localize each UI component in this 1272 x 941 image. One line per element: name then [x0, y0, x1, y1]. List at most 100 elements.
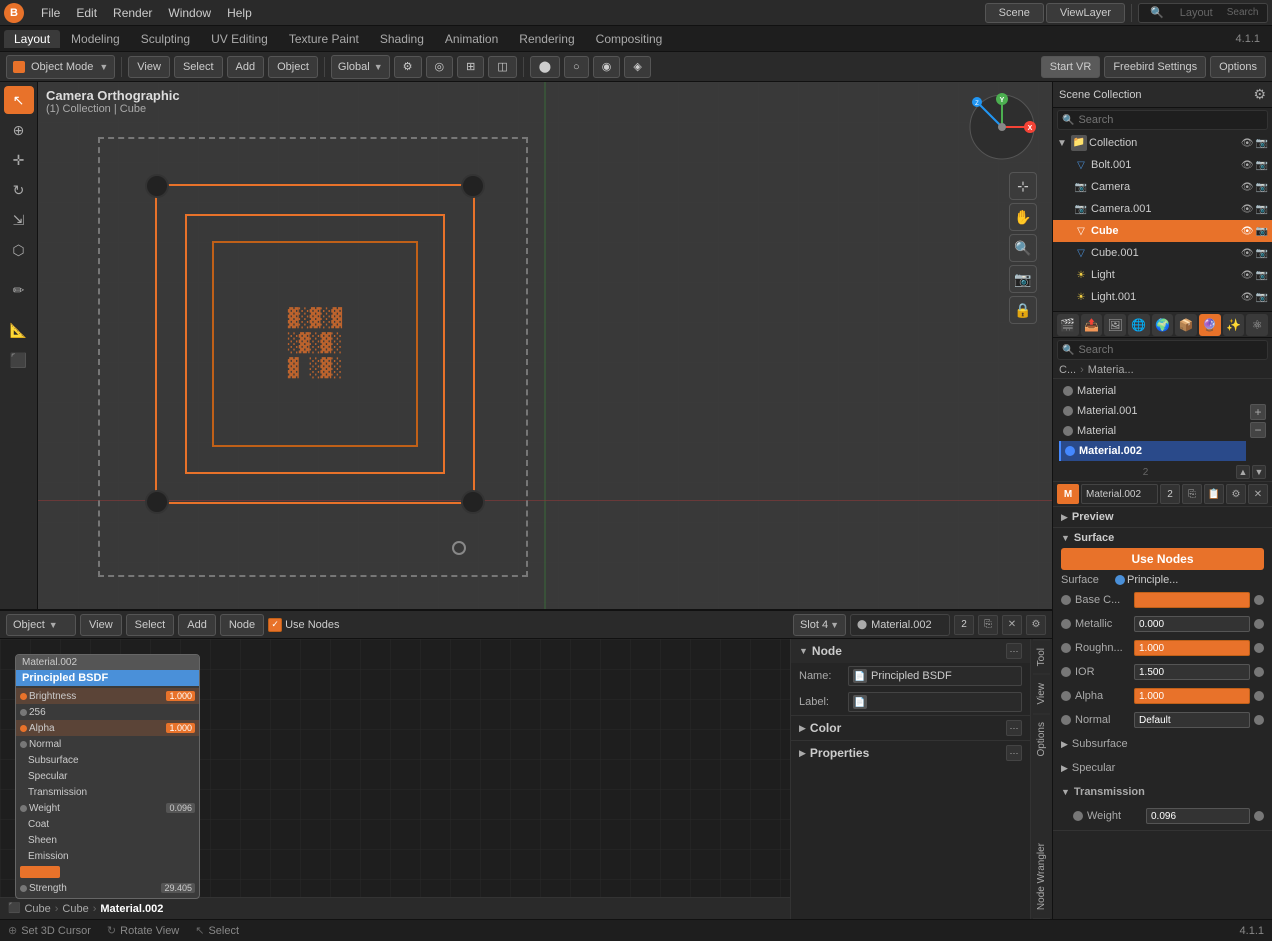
- outliner-item-camera001[interactable]: 📷 Camera.001 👁 📷: [1053, 198, 1272, 220]
- nav-lock[interactable]: 🔒: [1009, 296, 1037, 324]
- breadcrumb-item-1[interactable]: Materia...: [1088, 364, 1134, 376]
- props-search-input[interactable]: [1074, 344, 1263, 356]
- node-btn-node[interactable]: Node: [220, 614, 264, 636]
- node-mode-selector[interactable]: Object ▼: [6, 614, 76, 636]
- tab-layout[interactable]: Layout: [4, 30, 60, 48]
- bolt-render[interactable]: 📷: [1256, 160, 1268, 171]
- tool-cursor[interactable]: ⊕: [4, 116, 34, 144]
- mat-copy-btn[interactable]: ⎘: [1182, 484, 1202, 504]
- btn-xray[interactable]: ◫: [488, 56, 516, 78]
- side-tab-options[interactable]: Options: [1033, 713, 1050, 764]
- mat-add-btn[interactable]: +: [1250, 404, 1266, 420]
- mat-slot-0[interactable]: Material: [1059, 381, 1246, 401]
- node-mat-num[interactable]: 2: [954, 615, 974, 635]
- use-nodes-checkbox[interactable]: ✓: [268, 618, 282, 632]
- btn-render-mode[interactable]: ◈: [624, 56, 650, 78]
- tool-annotate[interactable]: ✏: [4, 276, 34, 304]
- outliner-item-cube[interactable]: ▽ Cube 👁 📷: [1053, 220, 1272, 242]
- node-paste-btn[interactable]: ✕: [1002, 615, 1022, 635]
- menu-help[interactable]: Help: [220, 4, 259, 22]
- mat-paste-btn[interactable]: 📋: [1204, 484, 1224, 504]
- alpha-val[interactable]: 1.000: [1134, 688, 1250, 704]
- specular-label[interactable]: Specular: [1072, 762, 1115, 774]
- outliner-search[interactable]: 🔍: [1057, 110, 1268, 130]
- breadcrumb-item-0[interactable]: C...: [1059, 364, 1076, 376]
- outliner-item-light[interactable]: ☀ Light 👁 📷: [1053, 264, 1272, 286]
- scene-selector[interactable]: Scene: [985, 3, 1044, 23]
- btn-add[interactable]: Add: [227, 56, 265, 78]
- transform-selector[interactable]: Global ▼: [331, 55, 390, 79]
- props-icon-object[interactable]: 📦: [1175, 314, 1197, 336]
- mat-slot-3[interactable]: Material.002: [1059, 441, 1246, 461]
- btn-freebird[interactable]: Freebird Settings: [1104, 56, 1206, 78]
- node-settings-btn[interactable]: ⚙: [1026, 615, 1046, 635]
- cube001-render[interactable]: 📷: [1256, 248, 1268, 259]
- outliner-item-bolt[interactable]: ▽ Bolt.001 👁 📷: [1053, 154, 1272, 176]
- props-icon-physics[interactable]: ⚛: [1246, 314, 1268, 336]
- mat-slot-1[interactable]: Material.001: [1059, 401, 1246, 421]
- props-icon-render[interactable]: 🎬: [1057, 314, 1079, 336]
- light-eye[interactable]: 👁: [1241, 270, 1254, 281]
- slot-down-btn[interactable]: ▼: [1252, 465, 1266, 479]
- btn-wireframe-mode[interactable]: ○: [564, 56, 589, 78]
- node-copy-btn[interactable]: ⎘: [978, 615, 998, 635]
- node-section-header[interactable]: ▼ Node ⋯: [791, 639, 1030, 663]
- menu-window[interactable]: Window: [161, 4, 218, 22]
- cube-eye[interactable]: 👁: [1241, 226, 1254, 237]
- preview-header[interactable]: ▶ Preview: [1053, 509, 1272, 525]
- tab-shading[interactable]: Shading: [370, 30, 434, 48]
- props-search[interactable]: 🔍: [1057, 340, 1268, 360]
- nav-camera[interactable]: 📷: [1009, 265, 1037, 293]
- outliner-item-cube001[interactable]: ▽ Cube.001 👁 📷: [1053, 242, 1272, 264]
- ior-val[interactable]: 1.500: [1134, 664, 1250, 680]
- light-render[interactable]: 📷: [1256, 270, 1268, 281]
- top-search[interactable]: 🔍 Layout Search: [1138, 3, 1268, 23]
- node-canvas[interactable]: ⬛ Cube › Cube › Material.002 Material.00…: [0, 639, 790, 919]
- tool-measure[interactable]: 📐: [4, 316, 34, 344]
- side-tab-tool[interactable]: Tool: [1033, 639, 1050, 674]
- outliner-filter-btn[interactable]: ⚙: [1253, 86, 1266, 103]
- metallic-val[interactable]: 0.000: [1134, 616, 1250, 632]
- weight-val[interactable]: 0.096: [1146, 808, 1250, 824]
- btn-proportional[interactable]: ◎: [426, 56, 454, 78]
- surface-header[interactable]: ▼ Surface: [1053, 530, 1272, 546]
- tab-uv-editing[interactable]: UV Editing: [201, 30, 278, 48]
- mat-name-node-field[interactable]: ⬤ Material.002: [850, 614, 950, 636]
- subsurface-label[interactable]: Subsurface: [1072, 738, 1128, 750]
- menu-edit[interactable]: Edit: [69, 4, 104, 22]
- tool-select[interactable]: ↖: [4, 86, 34, 114]
- tool-move[interactable]: ✛: [4, 146, 34, 174]
- base-color-swatch[interactable]: [1134, 592, 1250, 608]
- mat-node-card[interactable]: Material.002 Principled BSDF Brightness …: [15, 654, 200, 899]
- camera-eye[interactable]: 👁: [1241, 182, 1254, 193]
- camera001-render[interactable]: 📷: [1256, 204, 1268, 215]
- btn-material-mode[interactable]: ◉: [593, 56, 621, 78]
- color-section-header[interactable]: ▶ Color ⋯: [791, 716, 1030, 740]
- side-tab-node-wrangler[interactable]: Node Wrangler: [1033, 835, 1050, 919]
- light001-eye[interactable]: 👁: [1241, 292, 1254, 303]
- side-tab-view[interactable]: View: [1033, 674, 1050, 713]
- cube-render[interactable]: 📷: [1256, 226, 1268, 237]
- cube001-eye[interactable]: 👁: [1241, 248, 1254, 259]
- camera001-eye[interactable]: 👁: [1241, 204, 1254, 215]
- use-nodes-btn[interactable]: Use Nodes: [1061, 548, 1264, 570]
- node-name-field[interactable]: 📄 Principled BSDF: [848, 666, 1022, 686]
- node-btn-view[interactable]: View: [80, 614, 122, 636]
- mat-remove-btn[interactable]: −: [1250, 422, 1266, 438]
- normal-val[interactable]: Default: [1134, 712, 1250, 728]
- nav-hand[interactable]: ✋: [1009, 203, 1037, 231]
- menu-file[interactable]: File: [34, 4, 67, 22]
- transmission-label[interactable]: Transmission: [1074, 786, 1145, 798]
- props-icon-material[interactable]: 🔮: [1199, 314, 1221, 336]
- use-nodes-toggle[interactable]: ✓ Use Nodes: [268, 618, 339, 632]
- node-section-opts[interactable]: ⋯: [1006, 643, 1022, 659]
- tool-cube-add[interactable]: ⬛: [4, 346, 34, 374]
- mat-icon-btn[interactable]: M: [1057, 484, 1079, 504]
- mat-name-field[interactable]: Material.002: [1081, 484, 1158, 504]
- tool-scale[interactable]: ⇲: [4, 206, 34, 234]
- props-icon-output[interactable]: 📤: [1081, 314, 1103, 336]
- color-section-opts[interactable]: ⋯: [1006, 720, 1022, 736]
- tab-animation[interactable]: Animation: [435, 30, 508, 48]
- outliner-item-collection[interactable]: ▼ 📁 Collection 👁 📷: [1053, 132, 1272, 154]
- properties-subsection-header[interactable]: ▶ Properties ⋯: [791, 741, 1030, 765]
